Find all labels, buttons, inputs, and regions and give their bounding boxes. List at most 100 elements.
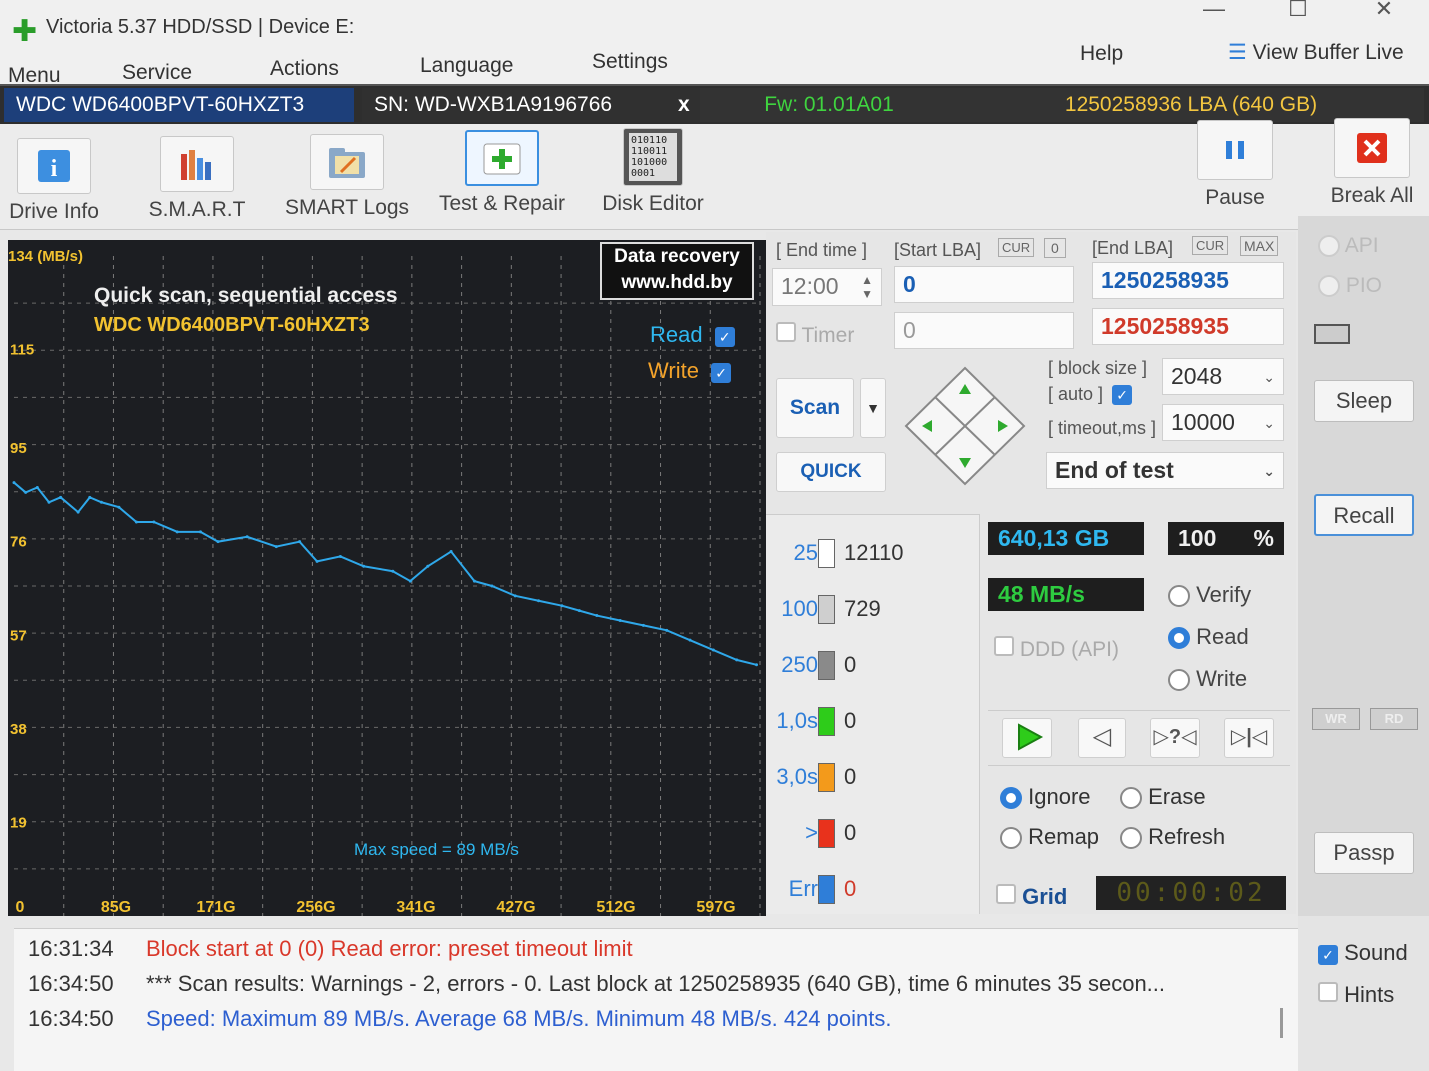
read-radio[interactable] [1168,627,1190,650]
pause-button[interactable]: Pause [1192,120,1278,210]
timer-check-box[interactable] [776,322,796,342]
power-indicator-icon [1314,324,1350,344]
ignore-radio[interactable] [1000,787,1022,810]
action-erase[interactable]: Erase [1120,784,1206,810]
read-speed-point [134,520,138,524]
menu-item-settings[interactable]: Settings [592,50,668,74]
stat-label: 250 [781,652,818,677]
sound-checkbox[interactable]: ✓ Sound [1318,940,1408,966]
end-of-test-select[interactable]: End of test ⌄ [1046,452,1284,489]
end-lba-cur-button[interactable]: CUR [1192,236,1229,255]
wr-button[interactable]: WR [1312,708,1360,730]
quick-button[interactable]: QUICK [776,452,886,492]
rewind-button[interactable]: ◁ [1078,718,1126,758]
spin-arrows-icon[interactable]: ▲ ▼ [861,273,873,301]
action-remap[interactable]: Remap [1000,824,1099,850]
stat-row: 1,0s 0 [770,696,976,752]
direction-pad-icon[interactable] [902,364,1028,488]
mode-write[interactable]: Write [1168,666,1247,692]
start-lba-zero-button[interactable]: 0 [1044,238,1066,258]
log-message: *** Scan results: Warnings - 2, errors -… [146,971,1166,996]
elapsed-timer: 00:00:02 [1096,876,1286,910]
hints-check-box[interactable] [1318,982,1338,1002]
auto-checkbox[interactable]: ✓ [1112,385,1133,405]
end-button[interactable]: ▷|◁ [1224,718,1274,758]
view-buffer-live[interactable]: ☰ View Buffer Live [1228,40,1404,65]
y-tick-label: 57 [10,627,27,644]
legend-write-checkbox[interactable]: ✓ [711,363,732,383]
pause-icon [1197,120,1273,180]
legend-write-label: Write [648,358,699,383]
drive-model[interactable]: WDC WD6400BPVT-60HXZT3 [4,88,354,122]
break-all-button[interactable]: Break All [1318,118,1426,208]
scan-dropdown-icon[interactable]: ▼ [860,378,886,438]
timeout-select[interactable]: 10000 ⌄ [1162,404,1284,441]
test-repair-button[interactable]: Test & Repair [434,130,570,216]
drive-close-button[interactable]: x [672,88,700,122]
ddd-api-checkbox[interactable]: DDD (API) [994,636,1119,662]
smart-button[interactable]: S.M.A.R.T [142,136,252,222]
passp-button[interactable]: Passp [1314,832,1414,874]
block-size-select[interactable]: 2048 ⌄ [1162,358,1284,395]
read-speed-point [35,485,39,489]
api-radio[interactable] [1318,235,1340,258]
legend-write[interactable]: Write ✓ [648,358,732,384]
write-radio[interactable] [1168,669,1190,692]
action-ignore[interactable]: Ignore [1000,784,1091,810]
end-lba-input[interactable]: 1250258935 [1092,262,1284,299]
end-lba-max-button[interactable]: MAX [1240,236,1279,256]
log-time: 16:34:50 [28,1006,114,1031]
erase-label: Erase [1148,784,1206,809]
sound-check-box[interactable]: ✓ [1318,945,1338,965]
menu-item-help[interactable]: Help [1080,42,1123,66]
read-speed-point [315,559,319,563]
legend-read[interactable]: Read ✓ [650,322,735,348]
drive-info-button[interactable]: i Drive Info [4,138,104,224]
skip-query-button[interactable]: ▷?◁ [1150,718,1200,758]
grid-checkbox[interactable]: Grid [996,884,1067,910]
log-scrollbar[interactable] [1280,1008,1283,1038]
verify-radio[interactable] [1168,585,1190,608]
pio-option[interactable]: PIO [1318,274,1382,298]
action-refresh[interactable]: Refresh [1120,824,1225,850]
read-speed-point [408,579,412,583]
read-speed-point [199,530,202,534]
grid-check-box[interactable] [996,884,1016,904]
timeout-label: [ timeout,ms ] [1048,418,1157,438]
smart-logs-button[interactable]: SMART Logs [282,134,412,220]
start-lba-cur-button[interactable]: CUR [998,238,1035,257]
start-lba-input[interactable]: 0 [894,266,1074,303]
mode-verify[interactable]: Verify [1168,582,1251,608]
remap-radio[interactable] [1000,827,1022,850]
minimize-button[interactable]: — [1194,0,1234,22]
end-lba-secondary[interactable]: 1250258935 [1092,308,1284,345]
menu-item-language[interactable]: Language [420,54,513,78]
close-window-button[interactable]: ✕ [1364,0,1404,22]
maximize-button[interactable]: ☐ [1278,0,1318,22]
ddd-check-box[interactable] [994,636,1014,656]
api-option[interactable]: API [1318,234,1379,258]
log-row: 16:34:50 *** Scan results: Warnings - 2, … [14,971,1274,1006]
menu-item-service[interactable]: Service [122,61,192,85]
menu-item-actions[interactable]: Actions [270,57,339,81]
disk-editor-button[interactable]: 010110 110011 101000 0001 Disk Editor [598,128,708,216]
hints-checkbox[interactable]: Hints [1318,982,1394,1008]
rd-button[interactable]: RD [1370,708,1418,730]
recall-button[interactable]: Recall [1314,494,1414,536]
timer-checkbox[interactable]: Timer [776,322,854,348]
pio-radio[interactable] [1318,275,1340,298]
y-tick-label: 38 [10,721,27,738]
stat-color-bar [818,875,835,904]
scan-button[interactable]: Scan [776,378,854,438]
end-time-input[interactable]: 12:00 ▲ ▼ [772,268,882,306]
sleep-button[interactable]: Sleep [1314,380,1414,422]
timer-value-field[interactable]: 0 [894,312,1074,349]
speed-chart: 115 95 76 57 38 19 0 85G 171G 256G 341G 427G 512G 597… [8,240,766,916]
read-speed-point [755,663,759,667]
erase-radio[interactable] [1120,787,1142,810]
mode-read[interactable]: Read [1168,624,1249,650]
refresh-radio[interactable] [1120,827,1142,850]
play-button[interactable] [1002,718,1052,758]
ignore-label: Ignore [1028,784,1091,809]
legend-read-checkbox[interactable]: ✓ [714,327,735,347]
